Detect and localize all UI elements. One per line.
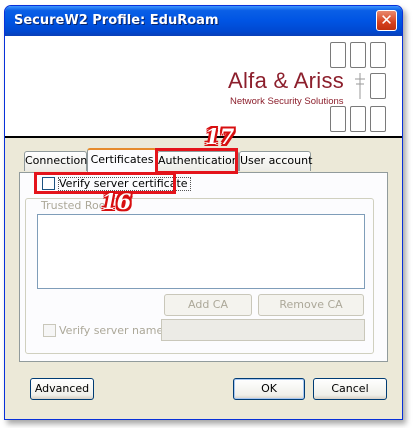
annotation-16: 16 (102, 189, 132, 214)
verify-server-name-checkbox[interactable] (43, 324, 56, 337)
trusted-root-ca-list[interactable] (37, 214, 365, 289)
tab-user-account[interactable]: User account (239, 151, 312, 171)
remove-ca-button[interactable]: Remove CA (258, 294, 364, 316)
tab-certificates[interactable]: Certificates (87, 148, 157, 172)
brand-banner: Alfa & Ariss Network Security Solutions (5, 36, 402, 138)
logo-subtitle: Network Security Solutions (230, 96, 344, 107)
logo-title: Alfa & Ariss (228, 68, 345, 93)
tab-connection[interactable]: Connection (24, 151, 87, 171)
annotation-17: 17 (205, 124, 235, 149)
title-bar[interactable]: SecureW2 Profile: EduRoam ✕ (5, 6, 402, 36)
trusted-root-label: Trusted Roo (41, 199, 106, 212)
window-title: SecureW2 Profile: EduRoam (14, 13, 219, 28)
logo-antenna-icon (355, 73, 365, 99)
close-button[interactable]: ✕ (376, 10, 397, 31)
cancel-button[interactable]: Cancel (313, 378, 387, 400)
advanced-button[interactable]: Advanced (30, 378, 94, 400)
add-ca-button[interactable]: Add CA (164, 294, 252, 316)
authentication-tab-highlight (155, 148, 238, 174)
close-icon: ✕ (380, 11, 393, 29)
server-name-field[interactable] (161, 319, 365, 341)
ok-button[interactable]: OK (233, 378, 305, 400)
verify-server-name-label: Verify server name: (59, 324, 167, 337)
